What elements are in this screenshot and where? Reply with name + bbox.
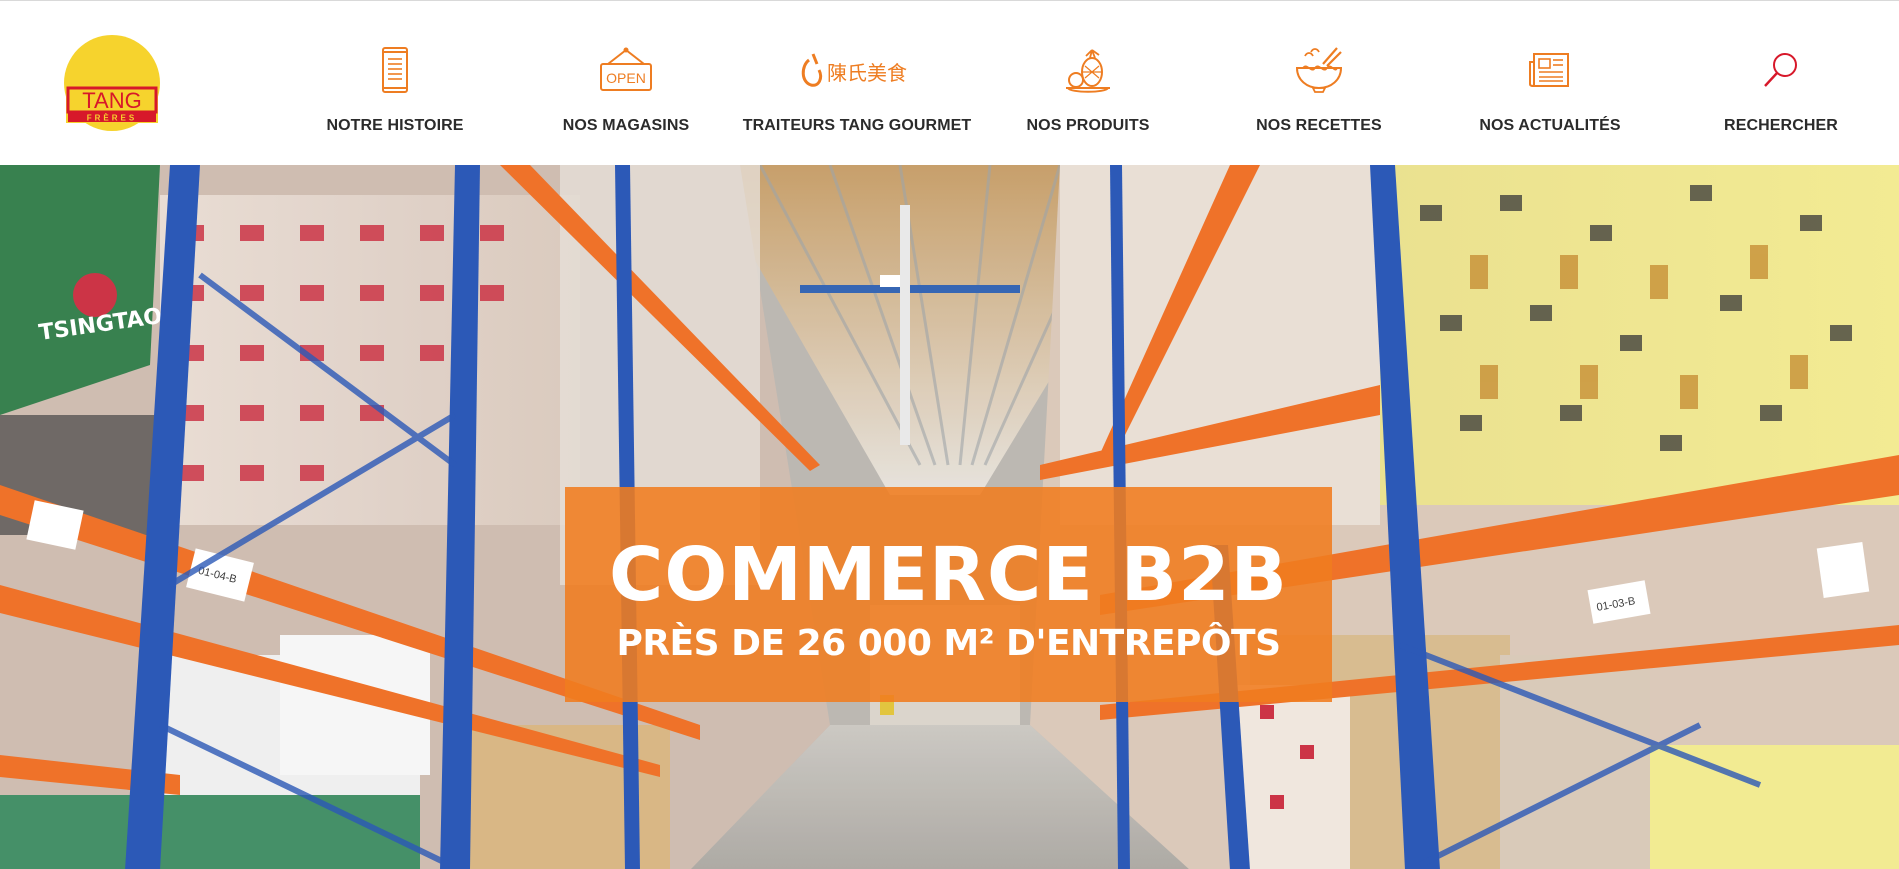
tang-gourmet-chinese-text: 陳氏美食	[827, 61, 907, 85]
nav-item-nos-produits[interactable]: NOS PRODUITS	[973, 45, 1203, 135]
logo-graphic: TANG FRÈRES	[64, 35, 160, 131]
nav-item-rechercher[interactable]: RECHERCHER	[1666, 45, 1896, 135]
nav-item-traiteurs-tang-gourmet[interactable]: 陳氏美食 TRAITEURS TANG GOURMET	[742, 45, 972, 135]
main-nav: NOTRE HISTOIRE OPEN NOS MAGASINS 陳氏美食 TR…	[280, 1, 1870, 165]
svg-text:OPEN: OPEN	[606, 70, 646, 86]
hero-subtitle: PRÈS DE 26 000 M² D'ENTREPÔTS	[616, 622, 1281, 664]
produce-icon	[1058, 45, 1118, 95]
hero-title: COMMERCE B2B	[609, 531, 1288, 618]
logo-subtext: FRÈRES	[87, 114, 137, 123]
nav-label: RECHERCHER	[1724, 117, 1838, 134]
hero-section: TSINGTAO 01-04-B 01-03-B COMMERCE B2B PR…	[0, 165, 1899, 869]
nav-label: TRAITEURS TANG GOURMET	[742, 117, 972, 134]
hero-banner: COMMERCE B2B PRÈS DE 26 000 M² D'ENTREPÔ…	[565, 487, 1332, 702]
logo-text: TANG	[82, 88, 141, 113]
page: TANG FRÈRES NOTRE HISTOIRE OPEN NOS MAGA…	[0, 0, 1899, 869]
nav-item-nos-magasins[interactable]: OPEN NOS MAGASINS	[511, 45, 741, 135]
nav-item-nos-recettes[interactable]: NOS RECETTES	[1204, 45, 1434, 135]
noodle-bowl-icon	[1289, 45, 1349, 95]
nav-label: NOS ACTUALITÉS	[1479, 117, 1621, 134]
nav-label: NOS PRODUITS	[1026, 117, 1150, 134]
nav-label: NOTRE HISTOIRE	[326, 117, 464, 134]
tang-gourmet-logo-icon: 陳氏美食	[797, 45, 917, 95]
tang-freres-logo[interactable]: TANG FRÈRES	[62, 35, 162, 135]
newspaper-icon	[1520, 45, 1580, 95]
nav-label: NOS MAGASINS	[562, 117, 690, 134]
nav-item-notre-histoire[interactable]: NOTRE HISTOIRE	[280, 45, 510, 135]
open-sign-icon: OPEN	[596, 45, 656, 95]
nav-item-nos-actualites[interactable]: NOS ACTUALITÉS	[1435, 45, 1665, 135]
nav-label: NOS RECETTES	[1256, 117, 1382, 134]
scroll-icon	[365, 45, 425, 95]
search-icon	[1751, 45, 1811, 95]
site-header: TANG FRÈRES NOTRE HISTOIRE OPEN NOS MAGA…	[0, 1, 1899, 165]
